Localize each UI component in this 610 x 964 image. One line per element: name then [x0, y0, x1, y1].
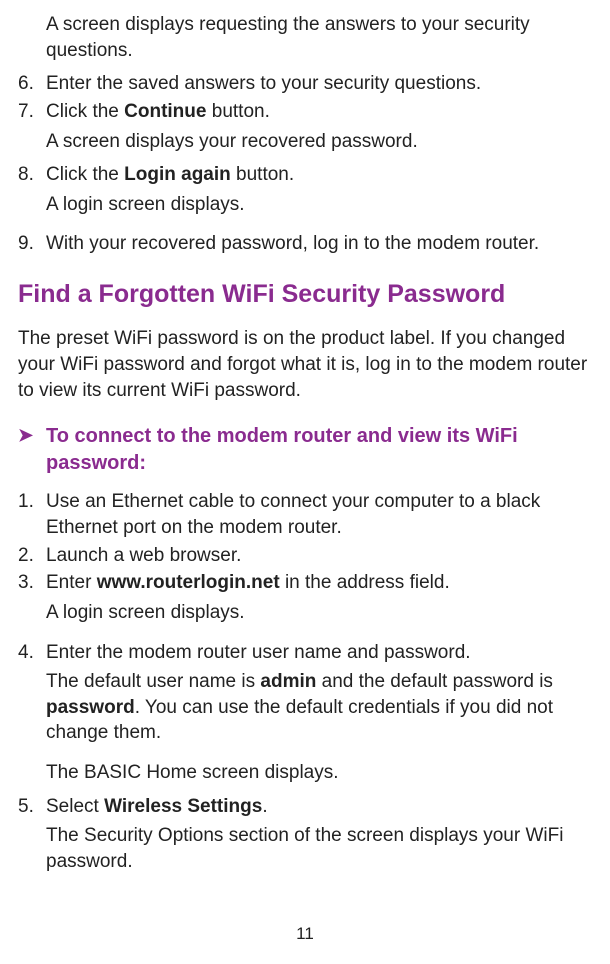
step-text: Click the Login again button. [46, 162, 592, 188]
text-part: Click the [46, 101, 124, 122]
text-part: button. [231, 164, 294, 185]
b-step-5-result: The Security Options section of the scre… [46, 823, 592, 874]
step-text: Enter the modem router user name and pas… [46, 640, 592, 666]
step-number: 2. [18, 543, 46, 569]
b-step-4-result2: The BASIC Home screen displays. [46, 760, 592, 786]
step-number: 8. [18, 162, 46, 188]
bold-text: Wireless Settings [104, 796, 262, 817]
arrow-icon: ➤ [18, 423, 46, 448]
task-heading: To connect to the modem router and view … [46, 423, 592, 477]
step-number: 9. [18, 231, 46, 257]
text-part: . [262, 796, 267, 817]
b-step-1: 1. Use an Ethernet cable to connect your… [18, 489, 592, 540]
page-content: A screen displays requesting the answers… [18, 0, 592, 875]
step-8: 8. Click the Login again button. [18, 162, 592, 188]
text-part: Enter [46, 572, 97, 593]
b-step-3: 3. Enter www.routerlogin.net in the addr… [18, 570, 592, 596]
b-step-5: 5. Select Wireless Settings. [18, 794, 592, 820]
intro-paragraph: A screen displays requesting the answers… [46, 12, 592, 63]
bold-text: Login again [124, 164, 231, 185]
step-text: With your recovered password, log in to … [46, 231, 592, 257]
bold-text: Continue [124, 101, 206, 122]
b-step-4: 4. Enter the modem router user name and … [18, 640, 592, 666]
b-step-2: 2. Launch a web browser. [18, 543, 592, 569]
step-text: Enter the saved answers to your security… [46, 71, 592, 97]
bold-text: password [46, 697, 135, 718]
b-step-3-result: A login screen displays. [46, 600, 592, 626]
step-text: Click the Continue button. [46, 99, 592, 125]
bold-text: admin [260, 671, 316, 692]
step-7: 7. Click the Continue button. [18, 99, 592, 125]
step-number: 6. [18, 71, 46, 97]
step-6: 6. Enter the saved answers to your secur… [18, 71, 592, 97]
text-part: and the default password is [316, 671, 553, 692]
step-number: 3. [18, 570, 46, 596]
text-part: The default user name is [46, 671, 260, 692]
step-text: Launch a web browser. [46, 543, 592, 569]
step-9: 9. With your recovered password, log in … [18, 231, 592, 257]
step-text: Enter www.routerlogin.net in the address… [46, 570, 592, 596]
text-part: Select [46, 796, 104, 817]
text-part: button. [206, 101, 269, 122]
step-number: 5. [18, 794, 46, 820]
section-heading: Find a Forgotten WiFi Security Password [18, 279, 592, 310]
step-7-result: A screen displays your recovered passwor… [46, 129, 592, 155]
b-step-4-result1: The default user name is admin and the d… [46, 669, 592, 746]
step-text: Use an Ethernet cable to connect your co… [46, 489, 592, 540]
step-text: Select Wireless Settings. [46, 794, 592, 820]
step-8-result: A login screen displays. [46, 192, 592, 218]
page-number: 11 [0, 923, 610, 946]
step-number: 4. [18, 640, 46, 666]
step-number: 1. [18, 489, 46, 540]
task-heading-row: ➤ To connect to the modem router and vie… [18, 423, 592, 477]
section-intro: The preset WiFi password is on the produ… [18, 326, 592, 403]
bold-text: www.routerlogin.net [97, 572, 280, 593]
step-number: 7. [18, 99, 46, 125]
text-part: Click the [46, 164, 124, 185]
text-part: in the address field. [280, 572, 450, 593]
